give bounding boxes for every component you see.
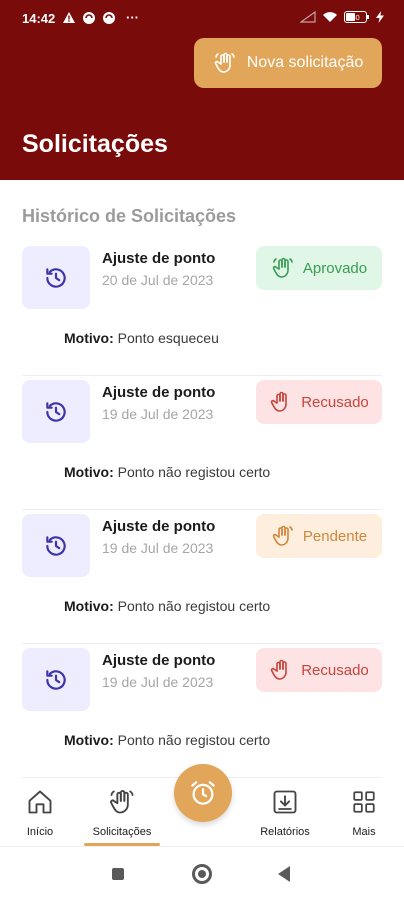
request-card[interactable]: Ajuste de ponto 19 de Jul de 2023 Recusa… — [22, 380, 382, 510]
request-reason: Motivo: Ponto não registou certo — [64, 732, 270, 748]
nav-label-reports: Relatórios — [260, 826, 310, 838]
reason-text: Ponto não registou certo — [117, 598, 271, 614]
charging-icon — [376, 11, 384, 23]
nav-item-requests[interactable]: Solicitações — [84, 782, 160, 846]
history-section-title: Histórico de Solicitações — [22, 206, 237, 226]
history-icon — [46, 267, 66, 288]
nav-label-requests: Solicitações — [92, 826, 152, 838]
wifi-icon — [323, 12, 337, 22]
waving-hand-icon — [272, 525, 293, 546]
more-notifications-indicator: ··· — [126, 10, 139, 25]
nav-item-reports[interactable]: Relatórios — [252, 782, 318, 846]
reason-prefix: Motivo: — [64, 598, 114, 614]
request-reason: Motivo: Ponto esqueceu — [64, 330, 219, 346]
reason-prefix: Motivo: — [64, 330, 114, 346]
new-request-button[interactable]: Nova solicitação — [194, 38, 382, 88]
request-reason: Motivo: Ponto não registou certo — [64, 464, 270, 480]
system-nav-bar — [0, 846, 404, 900]
raised-hand-icon — [271, 391, 288, 412]
sync-icon — [83, 11, 95, 24]
download-icon — [273, 790, 297, 814]
request-type: Ajuste de ponto — [102, 384, 216, 401]
waving-hand-icon — [214, 52, 235, 73]
request-type: Ajuste de ponto — [102, 250, 216, 267]
status-badge: Recusado — [256, 648, 382, 692]
status-label: Recusado — [301, 393, 369, 411]
status-badge: Pendente — [256, 514, 382, 558]
history-icon-box — [22, 246, 90, 309]
reason-prefix: Motivo: — [64, 464, 114, 480]
grid-icon — [353, 791, 375, 813]
back-button[interactable] — [278, 866, 290, 882]
waving-hand-icon — [110, 790, 134, 814]
reason-prefix: Motivo: — [64, 732, 114, 748]
request-reason: Motivo: Ponto não registou certo — [64, 598, 270, 614]
request-card[interactable]: Ajuste de ponto 19 de Jul de 2023 Recusa… — [22, 648, 382, 778]
battery-level: 40 — [351, 13, 359, 22]
status-label: Pendente — [302, 527, 368, 545]
request-type: Ajuste de ponto — [102, 518, 216, 535]
alarm-clock-icon — [191, 781, 215, 805]
status-bar: 14:42 ··· 40 — [0, 0, 404, 38]
nav-label-more: Mais — [352, 826, 376, 838]
request-card[interactable]: Ajuste de ponto 19 de Jul de 2023 Penden… — [22, 514, 382, 644]
home-button[interactable] — [192, 864, 212, 884]
request-card[interactable]: Ajuste de ponto 20 de Jul de 2023 Aprova… — [22, 246, 382, 376]
request-date: 19 de Jul de 2023 — [102, 674, 214, 690]
history-icon-box — [22, 380, 90, 443]
warning-icon — [63, 12, 75, 23]
raised-hand-icon — [271, 659, 288, 680]
nav-label-home: Início — [26, 826, 54, 838]
new-request-label: Nova solicitação — [246, 54, 364, 71]
reason-text: Ponto não registou certo — [117, 732, 271, 748]
signal-icon — [300, 11, 316, 23]
history-icon-box — [22, 514, 90, 577]
sync-icon-2 — [103, 11, 115, 24]
recent-apps-button[interactable] — [112, 868, 124, 880]
status-time: 14:42 — [22, 11, 56, 26]
status-badge: Recusado — [256, 380, 382, 424]
punch-clock-fab[interactable] — [174, 764, 232, 822]
request-type: Ajuste de ponto — [102, 652, 216, 669]
status-label: Recusado — [301, 661, 369, 679]
nav-item-more[interactable]: Mais — [340, 782, 388, 846]
waving-hand-icon — [272, 257, 293, 278]
request-date: 19 de Jul de 2023 — [102, 540, 214, 556]
status-label: Aprovado — [302, 259, 368, 277]
header: Nova solicitação Solicitações — [0, 38, 404, 180]
history-icon — [46, 401, 66, 422]
page-title: Solicitações — [22, 130, 168, 158]
battery-icon: 40 — [344, 11, 369, 23]
reason-text: Ponto não registou certo — [117, 464, 271, 480]
nav-item-home[interactable]: Início — [14, 782, 66, 846]
history-icon-box — [22, 648, 90, 711]
history-icon — [46, 535, 66, 556]
request-date: 19 de Jul de 2023 — [102, 406, 214, 422]
history-icon — [46, 669, 66, 690]
reason-text: Ponto esqueceu — [117, 330, 219, 346]
home-icon — [28, 790, 52, 814]
status-badge: Aprovado — [256, 246, 382, 290]
request-date: 20 de Jul de 2023 — [102, 272, 214, 288]
